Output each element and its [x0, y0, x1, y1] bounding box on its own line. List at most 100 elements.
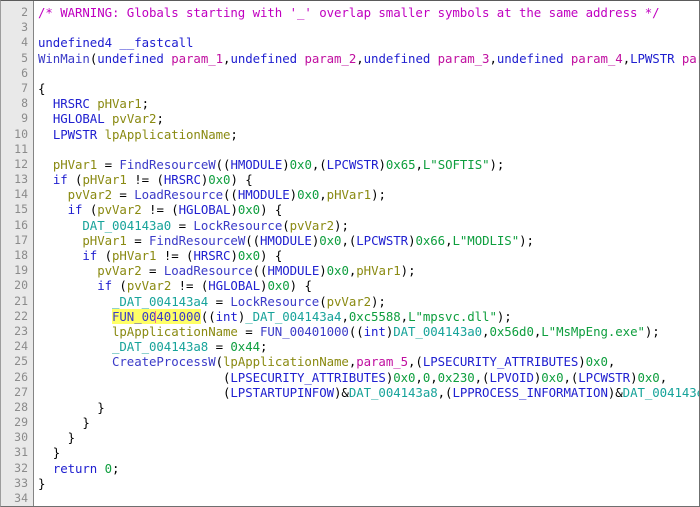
code-token[interactable]: );: [401, 263, 416, 278]
code-token[interactable]: ,(: [341, 233, 356, 248]
code-token[interactable]: pHVar1: [97, 96, 141, 111]
code-token[interactable]: ,: [356, 51, 363, 66]
code-token[interactable]: L"MODLIS": [453, 233, 520, 248]
code-token[interactable]: (: [97, 248, 112, 263]
code-token[interactable]: CreateProcessW: [112, 354, 216, 369]
code-token[interactable]: [38, 461, 53, 476]
code-token[interactable]: ;: [112, 461, 119, 476]
code-token[interactable]: pvVar2: [97, 202, 141, 217]
code-token[interactable]: undefined: [230, 51, 304, 66]
code-token[interactable]: ((: [253, 263, 268, 278]
code-token[interactable]: ,: [401, 309, 408, 324]
code-token[interactable]: != (: [127, 172, 164, 187]
code-token[interactable]: L"MsMpEng.exe": [541, 324, 645, 339]
code-token[interactable]: [38, 96, 53, 111]
code-token[interactable]: [97, 127, 104, 142]
code-token[interactable]: ,(: [312, 157, 327, 172]
code-line[interactable]: (LPSECURITY_ATTRIBUTES)0x0,0,0x230,(LPVO…: [38, 370, 699, 385]
code-token[interactable]: ): [230, 202, 237, 217]
code-token[interactable]: (: [82, 202, 97, 217]
code-token[interactable]: }: [38, 400, 104, 415]
code-token[interactable]: ) {: [260, 248, 282, 263]
code-token[interactable]: pvVar2: [290, 218, 334, 233]
code-token[interactable]: DAT_004143ec: [623, 385, 699, 400]
code-token[interactable]: }: [38, 445, 60, 460]
code-line[interactable]: [38, 66, 699, 81]
code-token[interactable]: return: [53, 461, 97, 476]
highlighted-symbol[interactable]: FUN_00: [112, 308, 156, 324]
code-token[interactable]: ,(: [408, 354, 423, 369]
code-token[interactable]: LPVOID: [489, 370, 533, 385]
code-token[interactable]: LockResource: [230, 294, 319, 309]
code-token[interactable]: 0x0: [238, 202, 260, 217]
code-token[interactable]: ) {: [260, 202, 282, 217]
code-token[interactable]: pvVar2: [127, 278, 171, 293]
code-token[interactable]: ): [290, 187, 297, 202]
code-token[interactable]: LPCWSTR: [327, 157, 379, 172]
code-token[interactable]: =: [127, 233, 149, 248]
code-token[interactable]: [38, 172, 53, 187]
code-token[interactable]: HGLOBAL: [53, 111, 105, 126]
code-token[interactable]: _DAT_004143a4: [245, 309, 341, 324]
code-token[interactable]: int: [364, 324, 386, 339]
code-token[interactable]: HRSRC: [164, 172, 201, 187]
code-token[interactable]: =: [208, 294, 230, 309]
code-token[interactable]: LPSECURITY_ATTRIBUTES: [230, 370, 385, 385]
code-line[interactable]: CreateProcessW(lpApplicationName, param_5…: [38, 354, 699, 369]
code-token[interactable]: ((: [216, 157, 231, 172]
code-token[interactable]: =: [238, 324, 260, 339]
code-line[interactable]: undefined4 __fastcall: [38, 35, 699, 50]
code-line[interactable]: pHVar1 = FindResourceW((HMODULE)0x0,(LPC…: [38, 233, 699, 248]
code-token[interactable]: 0x0: [297, 187, 319, 202]
code-token[interactable]: 0: [105, 461, 112, 476]
code-token[interactable]: _DAT_004143a8: [112, 339, 208, 354]
code-token[interactable]: LPWSTR: [53, 127, 97, 142]
code-token[interactable]: HMODULE: [267, 263, 319, 278]
code-token[interactable]: L"mpsvc.dll": [408, 309, 497, 324]
code-editor-pane[interactable]: /* WARNING: Globals starting with '_' ov…: [34, 1, 699, 506]
code-token[interactable]: )&: [608, 385, 623, 400]
code-token[interactable]: ,(: [475, 370, 490, 385]
code-token[interactable]: param_4: [571, 51, 623, 66]
code-line[interactable]: }: [38, 476, 699, 491]
code-line[interactable]: _DAT_004143a4 = LockResource(pvVar2);: [38, 294, 699, 309]
code-token[interactable]: ;: [230, 127, 237, 142]
code-token[interactable]: [38, 278, 97, 293]
code-token[interactable]: ((: [223, 187, 238, 202]
code-token[interactable]: 0x65: [386, 157, 416, 172]
code-token[interactable]: undefined: [497, 51, 571, 66]
code-token[interactable]: pHVar1: [112, 248, 156, 263]
code-token[interactable]: ;: [156, 111, 163, 126]
code-line[interactable]: }: [38, 400, 699, 415]
code-token[interactable]: (: [112, 278, 126, 293]
code-token[interactable]: DAT_004143a8: [349, 385, 438, 400]
code-token[interactable]: ,(: [438, 385, 453, 400]
code-token[interactable]: 0x0: [541, 370, 563, 385]
code-token[interactable]: (: [216, 354, 223, 369]
code-token[interactable]: [38, 248, 82, 263]
code-line[interactable]: FUN_00401000((int)_DAT_004143a4,0xc5588,…: [38, 308, 699, 324]
code-token[interactable]: );: [519, 233, 534, 248]
code-token[interactable]: =: [97, 157, 119, 172]
code-token[interactable]: pvVar2: [327, 294, 371, 309]
code-token[interactable]: undefined: [364, 51, 438, 66]
code-token[interactable]: HGLOBAL: [179, 202, 231, 217]
code-token[interactable]: ((: [245, 233, 260, 248]
code-token[interactable]: );: [645, 324, 660, 339]
code-token[interactable]: [38, 309, 112, 324]
code-token[interactable]: LPCWSTR: [356, 233, 408, 248]
code-token[interactable]: HGLOBAL: [208, 278, 260, 293]
code-token[interactable]: ) {: [290, 278, 312, 293]
code-token[interactable]: [38, 187, 68, 202]
code-line[interactable]: if (pHVar1 != (HRSRC)0x0) {: [38, 172, 699, 187]
code-line[interactable]: if (pvVar2 != (HGLOBAL)0x0) {: [38, 278, 699, 293]
code-token[interactable]: FUN_00401000: [260, 324, 349, 339]
code-line[interactable]: HGLOBAL pvVar2;: [38, 111, 699, 126]
code-token[interactable]: ,: [416, 157, 423, 172]
code-line[interactable]: DAT_004143a0 = LockResource(pvVar2);: [38, 218, 699, 233]
code-token[interactable]: ,: [445, 233, 452, 248]
code-token[interactable]: ,: [660, 370, 667, 385]
code-token[interactable]: L"SOFTIS": [423, 157, 490, 172]
code-token[interactable]: [38, 263, 97, 278]
code-token[interactable]: (: [38, 385, 230, 400]
